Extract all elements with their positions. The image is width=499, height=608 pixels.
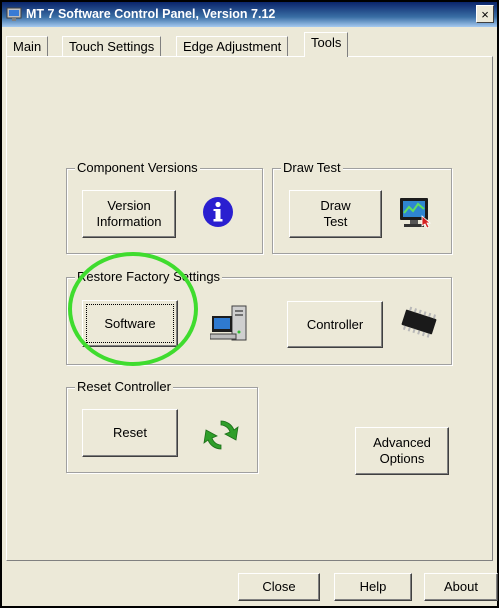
tab-tools[interactable]: Tools xyxy=(304,32,349,57)
control-panel-window: MT 7 Software Control Panel, Version 7.1… xyxy=(0,0,499,608)
tab-touch-settings[interactable]: Touch Settings xyxy=(62,36,162,56)
controller-button[interactable]: Controller xyxy=(287,301,383,348)
info-icon xyxy=(203,197,233,227)
reset-controller-legend: Reset Controller xyxy=(75,379,173,394)
version-information-line2: Information xyxy=(96,214,162,229)
restore-factory-settings-legend: Restore Factory Settings xyxy=(75,269,223,284)
window-title: MT 7 Software Control Panel, Version 7.1… xyxy=(26,7,276,21)
app-icon xyxy=(6,7,22,21)
draw-test-button[interactable]: Draw Test xyxy=(289,190,382,238)
draw-test-line2: Test xyxy=(323,214,348,229)
monitor-touch-icon xyxy=(400,198,432,229)
computer-icon xyxy=(210,305,247,341)
advanced-options-button[interactable]: Advanced Options xyxy=(355,427,449,475)
tab-main[interactable]: Main xyxy=(6,36,49,56)
draw-test-legend: Draw Test xyxy=(281,160,343,175)
advanced-options-line2: Options xyxy=(379,451,425,466)
close-button[interactable]: Close xyxy=(238,573,320,601)
refresh-arrows-icon xyxy=(203,420,239,450)
close-window-button[interactable]: × xyxy=(476,5,494,23)
chip-icon xyxy=(401,306,437,338)
software-button[interactable]: Software xyxy=(82,300,178,347)
advanced-options-line1: Advanced xyxy=(373,435,431,450)
about-button[interactable]: About xyxy=(424,573,498,601)
draw-test-line1: Draw xyxy=(320,198,351,213)
version-information-line1: Version xyxy=(107,198,151,213)
title-bar[interactable]: MT 7 Software Control Panel, Version 7.1… xyxy=(2,2,497,27)
help-button[interactable]: Help xyxy=(334,573,412,601)
tab-edge-adjustment[interactable]: Edge Adjustment xyxy=(176,36,289,56)
version-information-button[interactable]: Version Information xyxy=(82,190,176,238)
component-versions-legend: Component Versions xyxy=(75,160,200,175)
reset-button[interactable]: Reset xyxy=(82,409,178,457)
